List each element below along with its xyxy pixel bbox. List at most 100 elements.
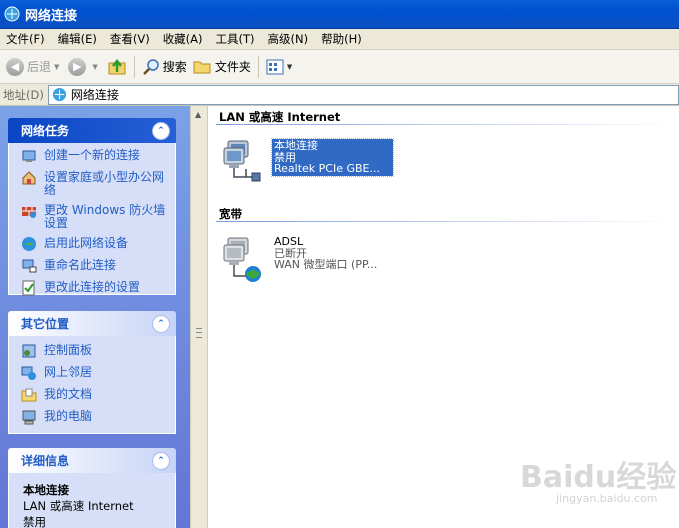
folders-label: 文件夹: [214, 60, 251, 74]
task-label: 更改 Windows 防火墙设置: [44, 203, 166, 230]
folder-up-icon: [108, 58, 126, 74]
search-button[interactable]: 搜索: [139, 54, 190, 80]
rename-icon: [22, 259, 37, 273]
details-connection-type: LAN 或高速 Internet: [23, 499, 134, 513]
connection-device: WAN 微型端口 (PP...: [274, 258, 378, 271]
other-places-panel: 其它位置 ⌃ 控制面板 网上邻居 我的文档 我的电脑: [8, 311, 176, 434]
baidu-watermark: Baidu经验: [520, 460, 677, 495]
firewall-icon: [22, 207, 36, 218]
forward-dropdown-icon[interactable]: ▼: [92, 63, 97, 71]
network-places-icon: [21, 366, 36, 380]
group-header-lan: LAN 或高速 Internet: [219, 110, 341, 124]
task-label: 启用此网络设备: [44, 236, 129, 250]
menu-tools[interactable]: 工具(T): [210, 31, 262, 47]
other-places-header[interactable]: 其它位置 ⌃: [8, 311, 176, 336]
back-label: 后退: [27, 60, 52, 74]
network-tasks-body: 创建一个新的连接 设置家庭或小型办公网络 更改 Windows 防火墙设置 启用…: [8, 143, 176, 296]
back-dropdown-icon[interactable]: ▼: [54, 63, 59, 71]
address-bar: 地址(D) 网络连接: [0, 84, 679, 106]
baidu-watermark-url: jingyan.baidu.com: [556, 492, 658, 505]
group-divider: [216, 124, 678, 125]
menu-file[interactable]: 文件(F): [0, 31, 52, 47]
address-input[interactable]: 网络连接: [47, 84, 679, 105]
place-control-panel[interactable]: 控制面板: [21, 344, 169, 359]
forward-button[interactable]: ▶ ▼: [65, 54, 103, 80]
details-connection-status: 禁用: [23, 515, 46, 528]
place-label: 我的文档: [44, 387, 93, 401]
other-places-body: 控制面板 网上邻居 我的文档 我的电脑: [8, 336, 176, 434]
network-connections-icon: [52, 87, 66, 102]
place-network-neighborhood[interactable]: 网上邻居: [21, 366, 169, 381]
control-panel-icon: [22, 344, 36, 358]
menu-bar: 文件(F) 编辑(E) 查看(V) 收藏(A) 工具(T) 高级(N) 帮助(H…: [0, 29, 679, 50]
details-body: 本地连接 LAN 或高速 Internet 禁用: [8, 473, 176, 528]
connection-device: Realtek PCIe GBE...: [274, 162, 380, 175]
views-icon: [266, 59, 284, 74]
details-title: 详细信息: [21, 454, 70, 468]
menu-edit[interactable]: 编辑(E): [52, 31, 104, 47]
collapse-chevron-icon[interactable]: ⌃: [152, 451, 170, 470]
scroll-up-arrow-icon[interactable]: ▲: [195, 110, 201, 119]
task-label: 创建一个新的连接: [44, 148, 141, 162]
toolbar-separator: [257, 55, 259, 78]
menu-advanced[interactable]: 高级(N): [262, 31, 316, 47]
forward-arrow-icon: ▶: [68, 57, 87, 76]
connection-name: 本地连接: [274, 139, 318, 152]
collapse-chevron-icon[interactable]: ⌃: [152, 314, 170, 333]
splitter-grip[interactable]: [196, 328, 202, 338]
task-setup-home-network[interactable]: 设置家庭或小型办公网络: [21, 171, 169, 197]
task-firewall-settings[interactable]: 更改 Windows 防火墙设置: [21, 204, 169, 230]
address-label: 地址(D): [3, 87, 44, 102]
details-panel: 详细信息 ⌃ 本地连接 LAN 或高速 Internet 禁用: [8, 448, 176, 528]
place-my-documents[interactable]: 我的文档: [21, 388, 169, 403]
connection-name: ADSL: [274, 235, 304, 248]
connection-local-area-label: 本地连接 禁用 Realtek PCIe GBE...: [271, 138, 394, 177]
pane-splitter[interactable]: ▲: [190, 106, 208, 528]
group-header-broadband: 宽带: [219, 207, 242, 221]
my-computer-icon: [22, 410, 36, 425]
network-tasks-panel: 网络任务 ⌃ 创建一个新的连接 设置家庭或小型办公网络 更改 Windows 防…: [8, 118, 176, 296]
collapse-chevron-icon[interactable]: ⌃: [152, 121, 170, 140]
toolbar: ◀ 后退 ▼ ▶ ▼ 搜索 文件夹 ▼: [0, 50, 679, 84]
place-label: 网上邻居: [44, 365, 93, 379]
group-divider: [216, 221, 678, 222]
menu-help[interactable]: 帮助(H): [315, 31, 369, 47]
network-tasks-header[interactable]: 网络任务 ⌃: [8, 118, 176, 143]
task-label: 设置家庭或小型办公网络: [44, 170, 165, 197]
broadband-connection-icon: [223, 237, 261, 282]
search-icon: [142, 58, 159, 75]
views-dropdown-icon[interactable]: ▼: [287, 63, 292, 71]
address-value: 网络连接: [70, 88, 119, 102]
folder-icon: [193, 61, 211, 73]
connection-adsl-label: ADSL 已断开 WAN 微型端口 (PP...: [272, 235, 379, 272]
menu-view[interactable]: 查看(V): [104, 31, 157, 47]
window-title: 网络连接: [25, 8, 78, 24]
task-change-settings[interactable]: 更改此连接的设置: [21, 280, 169, 296]
task-label: 更改此连接的设置: [44, 280, 141, 294]
title-bar: 网络连接: [0, 0, 679, 29]
home-network-icon: [22, 171, 36, 185]
task-pane: 网络任务 ⌃ 创建一个新的连接 设置家庭或小型办公网络 更改 Windows 防…: [0, 106, 190, 528]
network-tasks-title: 网络任务: [21, 124, 70, 138]
connection-adsl[interactable]: ADSL 已断开 WAN 微型端口 (PP...: [222, 236, 379, 282]
back-arrow-icon: ◀: [6, 57, 24, 76]
views-button[interactable]: ▼: [263, 54, 298, 80]
details-header[interactable]: 详细信息 ⌃: [8, 448, 176, 473]
connection-local-area[interactable]: 本地连接 禁用 Realtek PCIe GBE...: [222, 138, 394, 185]
new-connection-icon: [22, 150, 36, 162]
place-my-computer[interactable]: 我的电脑: [21, 410, 169, 425]
details-connection-name: 本地连接: [23, 483, 69, 497]
task-create-connection[interactable]: 创建一个新的连接: [21, 149, 169, 164]
properties-icon: [22, 280, 35, 296]
task-enable-device[interactable]: 启用此网络设备: [21, 237, 169, 252]
up-folder-button[interactable]: [104, 54, 130, 80]
folders-button[interactable]: 文件夹: [190, 54, 254, 80]
back-button[interactable]: ◀ 后退 ▼: [3, 54, 65, 80]
search-label: 搜索: [162, 60, 187, 74]
task-label: 重命名此连接: [44, 258, 117, 272]
menu-favorites[interactable]: 收藏(A): [157, 31, 210, 47]
lan-connection-icon: [223, 140, 261, 182]
network-connections-icon: [4, 6, 20, 22]
enable-device-icon: [22, 237, 36, 251]
task-rename-connection[interactable]: 重命名此连接: [21, 259, 169, 274]
